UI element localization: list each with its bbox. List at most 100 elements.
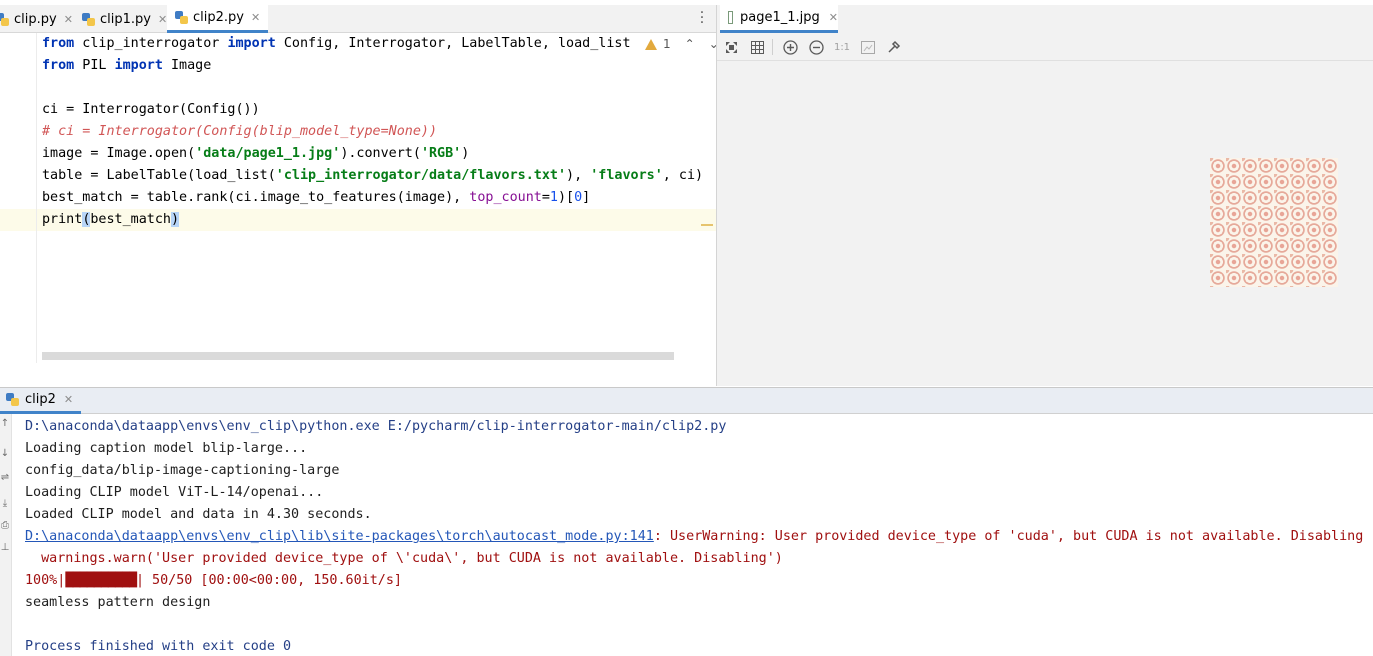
image-file-icon (728, 11, 734, 24)
zoom-in-icon[interactable] (781, 38, 799, 56)
scroll-up-icon[interactable]: ↑ (0, 418, 10, 434)
code-token: clip_interrogator (74, 36, 228, 51)
actual-size-button[interactable]: 1:1 (833, 38, 851, 56)
code-token: 1 (549, 190, 558, 205)
console-warning-text: : UserWarning: User provided device_type… (653, 529, 1364, 544)
tab-label: clip1.py (100, 11, 151, 27)
code-token: ) (461, 146, 470, 161)
python-file-icon (0, 12, 9, 26)
fit-screen-icon[interactable] (722, 38, 740, 56)
gutter-divider (36, 33, 37, 363)
code-token: Image (162, 58, 212, 73)
close-icon[interactable]: ✕ (158, 13, 167, 26)
code-token: ).convert( (340, 146, 421, 161)
tab-clip-py[interactable]: clip.py ✕ (0, 5, 73, 33)
console-text: seamless pattern design (25, 595, 211, 610)
background-icon[interactable] (859, 38, 877, 56)
code-line[interactable]: ci = Interrogator(Config()) (42, 99, 260, 121)
progress-percent: 100%| (25, 573, 66, 588)
code-line[interactable]: image = Image.open('data/page1_1.jpg').c… (42, 143, 469, 165)
code-token: best_match (90, 212, 171, 227)
scroll-down-icon[interactable]: ↓ (0, 448, 10, 464)
console-line: D:\anaconda\dataapp\envs\env_clip\python… (25, 416, 726, 438)
warning-count: 1 (663, 37, 671, 51)
print-icon[interactable]: ⎙ (0, 520, 10, 536)
console-line: Loading CLIP model ViT-L-14/openai... (25, 482, 323, 504)
code-token: 'RGB' (420, 146, 462, 161)
code-line[interactable]: from PIL import Image (42, 55, 211, 77)
python-file-icon (175, 11, 188, 24)
console-text: Loading caption model blip-large... (25, 441, 308, 456)
image-preview (1210, 158, 1338, 287)
console-line: config_data/blip-image-captioning-large (25, 460, 339, 482)
scroll-to-end-icon[interactable]: ⤓ (0, 498, 10, 514)
python-file-icon (82, 12, 95, 26)
console-line: D:\anaconda\dataapp\envs\env_clip\lib\si… (25, 526, 1363, 548)
close-icon[interactable]: ✕ (829, 11, 838, 24)
code-token: from (42, 36, 75, 51)
horizontal-scrollbar[interactable] (42, 352, 674, 360)
zoom-out-icon[interactable] (807, 38, 825, 56)
code-token: Config, Interrogator, LabelTable, load_l… (275, 36, 631, 51)
console-warning-text: warnings.warn('User provided device_type… (25, 551, 783, 566)
eyedropper-icon[interactable] (885, 38, 903, 56)
console-file-link[interactable]: D:\anaconda\dataapp\envs\env_clip\lib\si… (25, 529, 654, 544)
pin-icon[interactable]: ⊥ (0, 542, 10, 558)
code-token: from (42, 58, 75, 73)
close-icon[interactable]: ✕ (251, 11, 260, 24)
code-token: ), (566, 168, 591, 183)
console-text: config_data/blip-image-captioning-large (25, 463, 340, 478)
editor-tab-bar: clip.py ✕ clip1.py ✕ clip2.py ✕ · · · (0, 5, 716, 33)
code-token: 'clip_interrogator/data/flavors.txt' (275, 168, 567, 183)
run-tool-window-header: clip2 ✕ (0, 387, 1373, 414)
run-console[interactable]: D:\anaconda\dataapp\envs\env_clip\python… (0, 414, 1373, 656)
code-token: ] (582, 190, 591, 205)
inspection-widget[interactable]: 1 ⌃ ⌄ (645, 37, 719, 51)
console-text: Process finished with exit code 0 (25, 639, 292, 654)
code-token: 'flavors' (590, 168, 663, 183)
code-line[interactable]: print(best_match) (42, 209, 180, 231)
more-options-icon[interactable]: · · · (697, 6, 707, 30)
tab-label: page1_1.jpg (740, 10, 820, 25)
close-icon[interactable]: ✕ (64, 13, 73, 26)
code-token: top_count (469, 190, 542, 205)
console-text: Loaded CLIP model and data in 4.30 secon… (25, 507, 372, 522)
console-line: warnings.warn('User provided device_type… (25, 548, 783, 570)
run-tab-label: clip2 (25, 392, 56, 407)
image-viewer-toolbar: 1:1 (717, 33, 1373, 61)
grid-icon[interactable] (748, 38, 766, 56)
code-token: import (227, 36, 276, 51)
code-token: image = Image.open( (42, 146, 196, 161)
tab-label: clip.py (14, 11, 57, 27)
tab-page1-jpg[interactable]: page1_1.jpg ✕ (720, 5, 838, 33)
close-icon[interactable]: ✕ (64, 393, 73, 406)
run-tab-clip2[interactable]: clip2 ✕ (0, 388, 82, 414)
code-token: , ci) (662, 168, 704, 183)
code-line[interactable]: from clip_interrogator import Config, In… (42, 33, 631, 55)
python-run-icon (6, 393, 19, 406)
soft-wrap-icon[interactable]: ⇌ (0, 472, 10, 488)
code-token: best_match = table.rank(ci.image_to_feat… (42, 190, 470, 205)
code-token: 0 (574, 190, 583, 205)
toolbar-separator (772, 39, 773, 55)
warning-icon (645, 38, 657, 50)
tab-clip1-py[interactable]: clip1.py ✕ (82, 5, 167, 33)
console-line: 100%|██████████| 50/50 [00:00<00:00, 150… (25, 570, 402, 592)
code-line[interactable]: table = LabelTable(load_list('clip_inter… (42, 165, 703, 187)
console-line: seamless pattern design (25, 592, 210, 614)
scroll-marker (701, 224, 713, 226)
run-toolbar: ↑ ↓ ⇌ ⤓ ⎙ ⊥ (0, 414, 12, 656)
code-token: PIL (74, 58, 115, 73)
console-text: D:\anaconda\dataapp\envs\env_clip\python… (25, 419, 727, 434)
code-token: print (42, 212, 83, 227)
chevron-up-icon[interactable]: ⌃ (685, 37, 695, 51)
code-line[interactable]: best_match = table.rank(ci.image_to_feat… (42, 187, 590, 209)
code-line[interactable]: # ci = Interrogator(Config(blip_model_ty… (42, 121, 437, 143)
code-token: )[ (557, 190, 575, 205)
code-editor[interactable]: from clip_interrogator import Config, In… (0, 33, 719, 363)
progress-stats: | 50/50 [00:00<00:00, 150.60it/s] (135, 573, 402, 588)
code-token: 'data/page1_1.jpg' (195, 146, 341, 161)
tab-clip2-py[interactable]: clip2.py ✕ (167, 5, 269, 33)
code-token: ci = Interrogator(Config()) (42, 102, 260, 117)
console-line: Loaded CLIP model and data in 4.30 secon… (25, 504, 372, 526)
